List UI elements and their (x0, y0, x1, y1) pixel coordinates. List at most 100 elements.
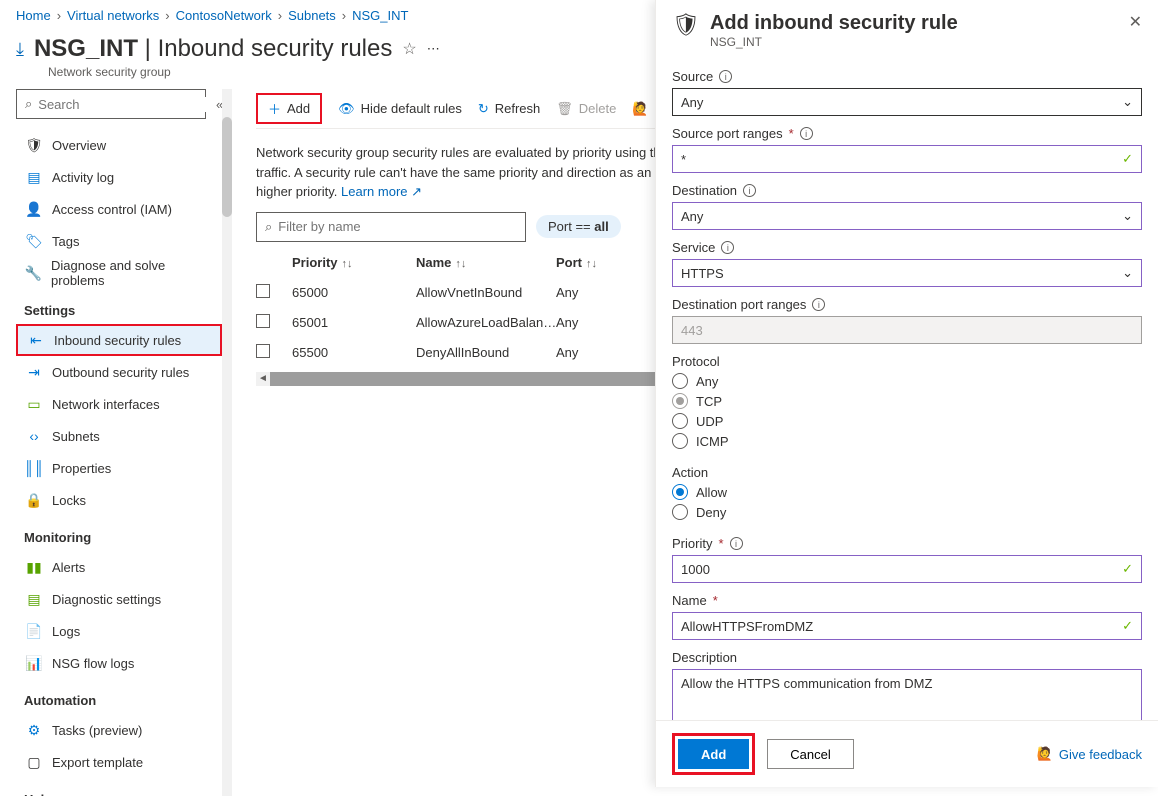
service-select[interactable]: HTTPS⌄ (672, 259, 1142, 287)
filter-pill-port[interactable]: Port == all (536, 215, 621, 238)
chevron-down-icon: ⌄ (1122, 94, 1133, 110)
sidebar-item-diag[interactable]: ▤Diagnostic settings (16, 583, 222, 615)
protocol-udp: UDP (672, 413, 1142, 429)
tasks-icon: ⚙ (24, 722, 44, 739)
more-icon[interactable]: ⋯ (427, 41, 440, 57)
check-icon: ✓ (1122, 618, 1133, 634)
sidebar-item-alerts[interactable]: ▮▮Alerts (16, 551, 222, 583)
delete-button: 🗑Delete (556, 101, 616, 117)
sidebar-item-diagnose[interactable]: 🔧Diagnose and solve problems (16, 257, 222, 289)
breadcrumb-nsg[interactable]: NSG_INT (352, 8, 408, 23)
info-icon[interactable]: i (719, 70, 732, 83)
sidebar-item-export[interactable]: ▢Export template (16, 746, 222, 778)
label-priority: Priority (672, 536, 712, 551)
refresh-button[interactable]: ↻Refresh (478, 101, 540, 117)
sidebar-item-overview[interactable]: 🛡Overview (16, 129, 222, 161)
action-allow[interactable]: Allow (672, 484, 1142, 500)
give-feedback-link[interactable]: 🙋Give feedback (1037, 746, 1142, 762)
filter-input[interactable]: ⌕ (256, 212, 526, 242)
sidebar-item-subnets[interactable]: ‹›Subnets (16, 420, 222, 452)
breadcrumb-home[interactable]: Home (16, 8, 51, 23)
radio-icon (672, 484, 688, 500)
action-deny[interactable]: Deny (672, 504, 1142, 520)
scroll-left-icon[interactable]: ◄ (256, 372, 270, 386)
log-icon: ▤ (24, 169, 44, 186)
tags-icon: 🏷 (24, 233, 44, 250)
download-icon[interactable]: ⤓ (16, 39, 24, 60)
sidebar-item-nsgflow[interactable]: 📊NSG flow logs (16, 647, 222, 679)
breadcrumb-vnets[interactable]: Virtual networks (67, 8, 159, 23)
info-icon[interactable]: i (730, 537, 743, 550)
source-port-input[interactable]: *✓ (672, 145, 1142, 173)
properties-icon: ║║ (24, 460, 44, 476)
panel-cancel-button[interactable]: Cancel (767, 739, 853, 769)
add-rule-panel: 🛡 Add inbound security rule NSG_INT ✕ So… (655, 0, 1158, 787)
sidebar-item-inbound[interactable]: ⇤Inbound security rules (16, 324, 222, 356)
lock-icon: 🔒 (24, 492, 44, 509)
chevron-down-icon: ⌄ (1122, 208, 1133, 224)
learn-more-link[interactable]: Learn more ↗ (341, 184, 422, 199)
radio-icon (672, 413, 688, 429)
info-icon[interactable]: i (812, 298, 825, 311)
plus-icon: ＋ (268, 99, 281, 118)
description-input[interactable]: Allow the HTTPS communication from DMZ (672, 669, 1142, 720)
row-checkbox[interactable] (256, 314, 270, 328)
export-icon: ▢ (24, 754, 44, 771)
row-checkbox[interactable] (256, 284, 270, 298)
label-action: Action (672, 465, 708, 480)
sidebar-item-iam[interactable]: 👤Access control (IAM) (16, 193, 222, 225)
inbound-icon: ⇤ (26, 332, 46, 349)
sidebar-item-locks[interactable]: 🔒Locks (16, 484, 222, 516)
priority-input[interactable]: 1000✓ (672, 555, 1142, 583)
search-icon: ⌕ (265, 219, 272, 235)
col-port[interactable]: Port↑↓ (556, 255, 636, 270)
add-button[interactable]: ＋Add (256, 93, 322, 124)
protocol-any: Any (672, 373, 1142, 389)
breadcrumb-subnets[interactable]: Subnets (288, 8, 336, 23)
protocol-tcp: TCP (672, 393, 1142, 409)
protocol-icmp: ICMP (672, 433, 1142, 449)
sidebar-item-outbound[interactable]: ⇥Outbound security rules (16, 356, 222, 388)
sidebar-item-tasks[interactable]: ⚙Tasks (preview) (16, 714, 222, 746)
name-input[interactable]: AllowHTTPSFromDMZ✓ (672, 612, 1142, 640)
filter-name-input[interactable] (278, 219, 517, 234)
check-icon: ✓ (1122, 561, 1133, 577)
col-priority[interactable]: Priority↑↓ (286, 255, 416, 270)
dest-select[interactable]: Any⌄ (672, 202, 1142, 230)
shield-icon: 🛡 (672, 12, 700, 38)
panel-add-button[interactable]: Add (678, 739, 749, 769)
sidebar-search[interactable]: ⌕ (16, 89, 206, 119)
sidebar-scrollbar[interactable] (222, 89, 232, 796)
label-description: Description (672, 650, 737, 665)
label-dest: Destination (672, 183, 737, 198)
row-checkbox[interactable] (256, 344, 270, 358)
sidebar-item-activity[interactable]: ▤Activity log (16, 161, 222, 193)
radio-icon (672, 504, 688, 520)
iam-icon: 👤 (24, 201, 44, 218)
favorite-icon[interactable]: ☆ (402, 39, 416, 59)
info-icon[interactable]: i (721, 241, 734, 254)
info-icon[interactable]: i (800, 127, 813, 140)
panel-subtitle: NSG_INT (710, 35, 958, 49)
sidebar-item-tags[interactable]: 🏷Tags (16, 225, 222, 257)
outbound-icon: ⇥ (24, 364, 44, 381)
diagnose-icon: 🔧 (24, 265, 43, 282)
sidebar-item-logs[interactable]: 📄Logs (16, 615, 222, 647)
radio-icon (672, 393, 688, 409)
hide-icon: 👁 (338, 101, 355, 117)
sidebar-search-input[interactable] (38, 97, 214, 112)
source-select[interactable]: Any⌄ (672, 88, 1142, 116)
col-name[interactable]: Name↑↓ (416, 255, 556, 270)
info-icon[interactable]: i (743, 184, 756, 197)
sidebar: ⌕ « 🛡Overview ▤Activity log 👤Access cont… (0, 89, 232, 796)
person-icon: 🙋 (632, 101, 648, 117)
sidebar-item-nic[interactable]: ▭Network interfaces (16, 388, 222, 420)
alerts-icon: ▮▮ (24, 559, 44, 576)
close-icon[interactable]: ✕ (1129, 12, 1142, 32)
breadcrumb-contoso[interactable]: ContosoNetwork (176, 8, 272, 23)
label-source: Source (672, 69, 713, 84)
label-dest-port: Destination port ranges (672, 297, 806, 312)
flow-icon: 📊 (24, 655, 44, 672)
sidebar-item-properties[interactable]: ║║Properties (16, 452, 222, 484)
hide-default-button[interactable]: 👁Hide default rules (338, 101, 462, 117)
